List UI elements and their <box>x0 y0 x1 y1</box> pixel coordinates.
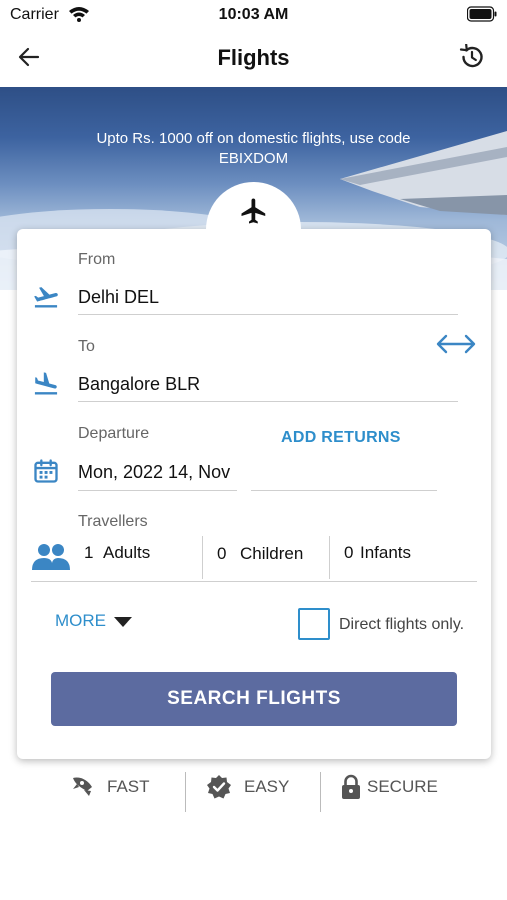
calendar-icon <box>34 459 58 483</box>
battery-icon <box>467 6 497 22</box>
departure-underline <box>78 490 237 491</box>
infants-count[interactable]: 0 <box>344 543 353 563</box>
rocket-icon <box>73 777 92 796</box>
children-label[interactable]: Children <box>240 544 303 564</box>
caret-down-icon[interactable] <box>114 617 132 627</box>
feature-secure-label: SECURE <box>367 777 438 796</box>
page-title: Flights <box>217 45 290 70</box>
promo-text: Upto Rs. 1000 off on domestic flights, u… <box>96 130 411 167</box>
feature-easy-label: EASY <box>244 777 290 796</box>
pax-divider-1 <box>202 536 203 579</box>
feature-fast-label: FAST <box>107 777 150 796</box>
verified-badge-icon <box>207 775 231 799</box>
departure-date-value[interactable]: Mon, 2022 14, Nov <box>78 462 230 483</box>
adults-count[interactable]: 1 <box>84 543 93 563</box>
to-value[interactable]: Bangalore BLR <box>78 374 200 395</box>
nav-bar: Flights <box>0 30 507 86</box>
flight-takeoff-icon <box>34 287 58 308</box>
direct-flights-label[interactable]: Direct flights only. <box>339 616 464 634</box>
feature-secure: SECURE <box>340 768 460 812</box>
plane-badge <box>206 182 301 277</box>
infants-label[interactable]: Infants <box>360 543 411 563</box>
adults-label[interactable]: Adults <box>103 543 150 563</box>
direct-flights-checkbox[interactable] <box>298 608 330 640</box>
flight-search-card: From Delhi DEL To Bangalore BLR Departur… <box>17 229 491 759</box>
people-icon <box>32 544 70 570</box>
feature-divider-2 <box>320 772 321 812</box>
children-count[interactable]: 0 <box>217 544 226 564</box>
swap-arrows-icon[interactable] <box>435 332 477 356</box>
pax-divider-2 <box>329 536 330 579</box>
feature-fast: FAST <box>70 768 180 812</box>
status-time: 10:03 AM <box>218 6 289 23</box>
flight-land-icon <box>34 372 58 395</box>
to-label: To <box>78 338 95 355</box>
from-value[interactable]: Delhi DEL <box>78 287 159 308</box>
from-underline <box>78 314 458 315</box>
more-options-link[interactable]: MORE <box>55 611 106 631</box>
status-bar: Carrier 10:03 AM <box>0 0 507 30</box>
travellers-label: Travellers <box>78 513 148 530</box>
feature-divider-1 <box>185 772 186 812</box>
travellers-underline <box>31 581 477 582</box>
from-label: From <box>78 251 116 268</box>
return-date-field[interactable] <box>251 490 437 491</box>
departure-label: Departure <box>78 425 150 442</box>
airplane-icon <box>241 198 266 224</box>
to-underline <box>78 401 458 402</box>
feature-strip: FAST EASY SECURE <box>0 768 507 816</box>
feature-easy: EASY <box>206 768 306 812</box>
add-returns-link[interactable]: ADD RETURNS <box>281 429 401 447</box>
lock-icon <box>342 774 360 799</box>
search-flights-button[interactable]: SEARCH FLIGHTS <box>51 672 457 726</box>
history-icon[interactable] <box>459 44 485 70</box>
